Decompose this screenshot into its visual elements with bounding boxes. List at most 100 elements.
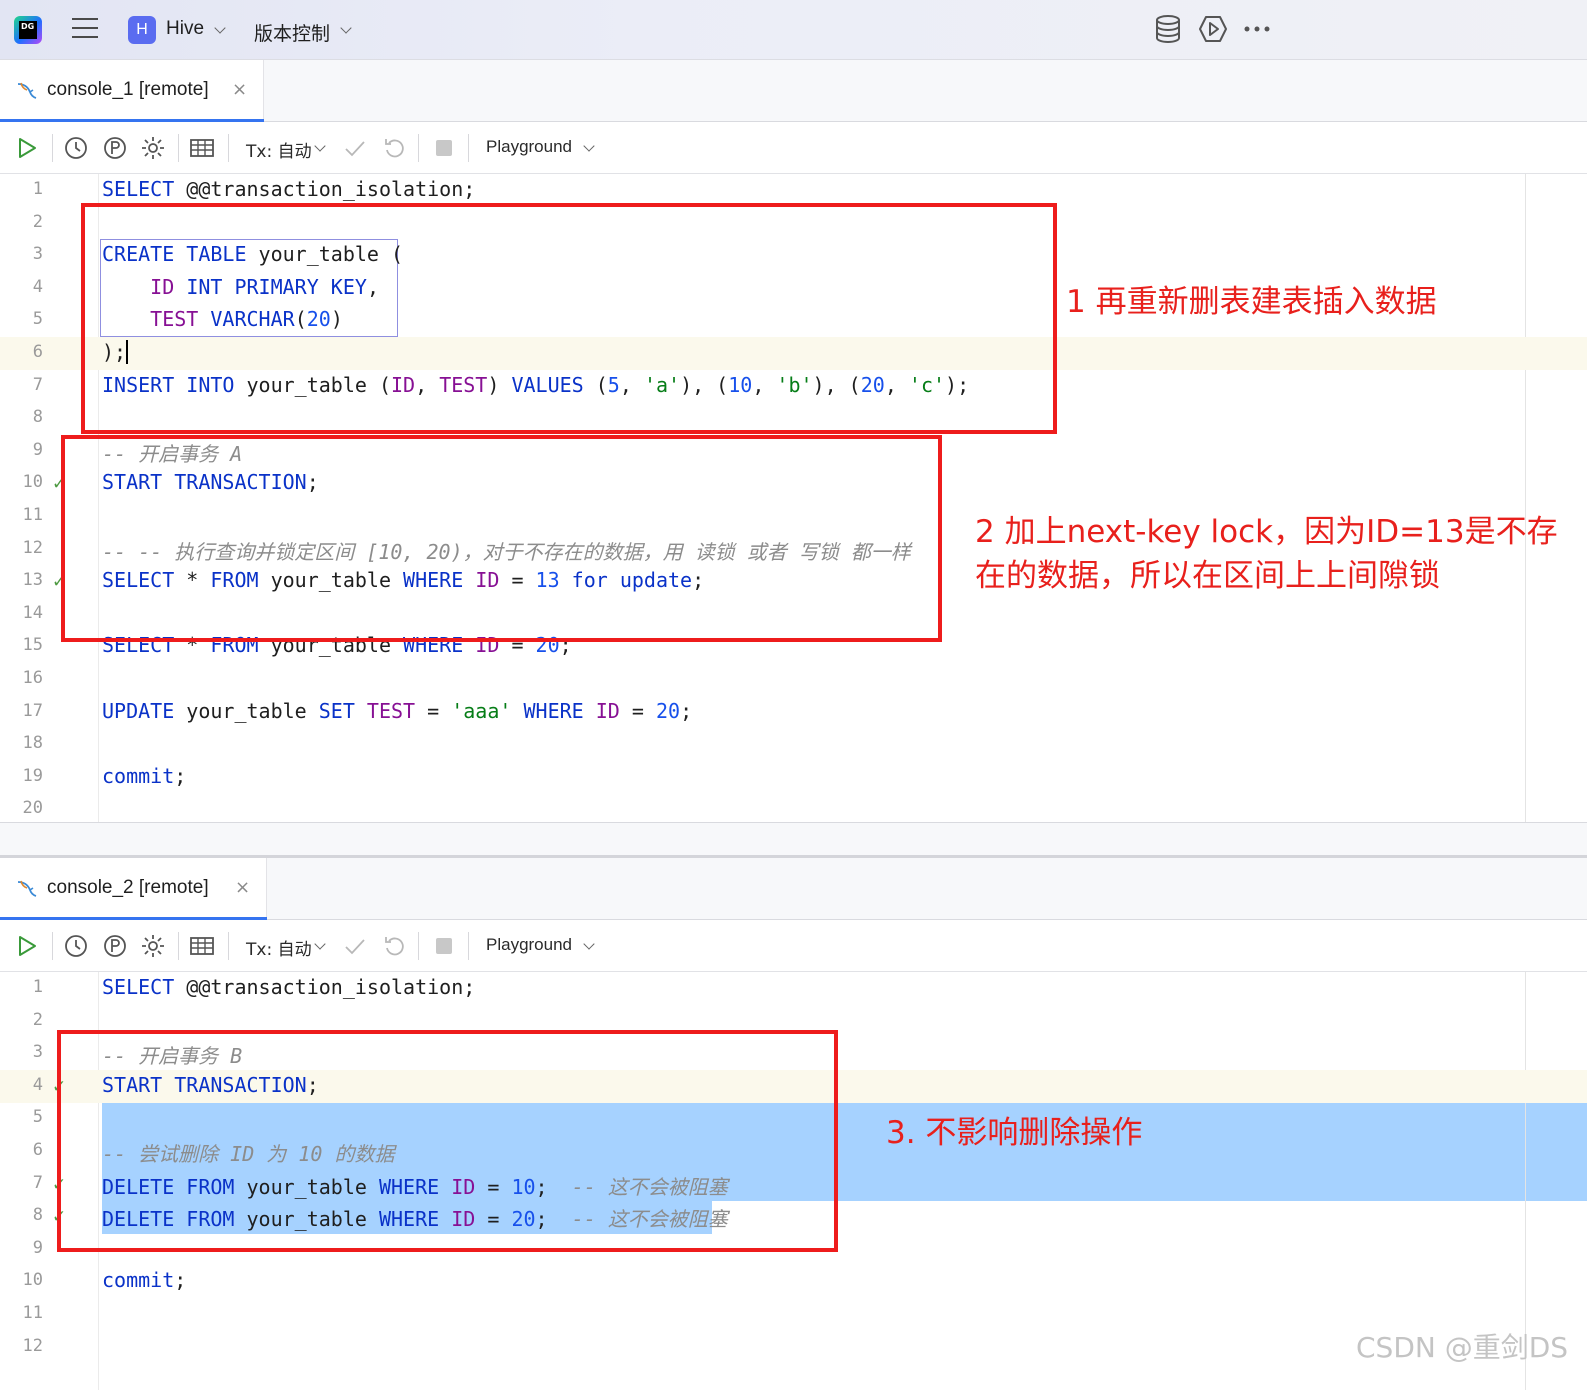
project-chevron-down-icon[interactable] bbox=[214, 22, 226, 34]
schema-dropdown[interactable]: Playground bbox=[486, 137, 572, 157]
console-2-toolbar: Tx: 自动 Playground bbox=[0, 920, 1587, 972]
commit-check-icon bbox=[345, 939, 365, 955]
console-splitter[interactable] bbox=[0, 822, 1587, 858]
code-token: commit bbox=[102, 763, 175, 788]
line-number: 6 bbox=[32, 342, 43, 362]
annotation-note-3: 3. 不影响删除操作 bbox=[886, 1115, 1143, 1151]
vcs-chevron-down-icon[interactable] bbox=[340, 22, 352, 34]
tab-label: console_1 [remote] bbox=[47, 79, 209, 100]
line-number: 2 bbox=[32, 1009, 43, 1030]
line-number: 20 bbox=[22, 798, 43, 819]
code-token: SELECT bbox=[102, 975, 175, 999]
schema-chevron-down-icon[interactable] bbox=[583, 140, 595, 152]
transaction-mode-dropdown[interactable]: Tx: 自动 bbox=[246, 935, 312, 960]
editor-line[interactable]: 17 UPDATE your_table SET TEST = 'aaa' WHE… bbox=[0, 696, 1587, 729]
stop-icon bbox=[436, 938, 452, 954]
stop-icon bbox=[436, 140, 452, 156]
editor-line[interactable]: 1 SELECT @@transaction_isolation; bbox=[0, 972, 1587, 1005]
mysql-dolphin-icon bbox=[17, 82, 37, 99]
more-options-icon[interactable] bbox=[1242, 24, 1272, 34]
tx-chevron-down-icon[interactable] bbox=[314, 140, 326, 152]
mysql-dolphin-icon bbox=[17, 880, 37, 897]
line-number: 9 bbox=[32, 1237, 43, 1258]
settings-gear-icon[interactable] bbox=[140, 135, 166, 161]
table-view-icon[interactable] bbox=[188, 933, 216, 959]
code-token: ; bbox=[680, 698, 693, 723]
tab-console-2[interactable]: console_2 [remote] × bbox=[0, 858, 267, 921]
main-menu-icon[interactable] bbox=[72, 18, 98, 40]
tx-chevron-down-icon[interactable] bbox=[314, 938, 326, 950]
annotation-box-1 bbox=[81, 203, 1057, 434]
console-1-toolbar: Tx: 自动 Playground bbox=[0, 122, 1587, 174]
parameters-icon[interactable] bbox=[102, 135, 128, 161]
schema-chevron-down-icon[interactable] bbox=[583, 938, 595, 950]
console-1-tab-bar: console_1 [remote] × bbox=[0, 60, 1587, 123]
run-icon[interactable] bbox=[14, 933, 40, 959]
code-token: = bbox=[415, 698, 452, 723]
run-services-icon[interactable] bbox=[1198, 14, 1228, 44]
code-token: SET bbox=[318, 698, 355, 723]
line-number: 1 bbox=[32, 179, 43, 199]
title-bar: DG H Hive 版本控制 bbox=[0, 0, 1587, 60]
code-text: UPDATE your_table SET TEST = 'aaa' WHERE… bbox=[102, 699, 692, 723]
line-number: 14 bbox=[22, 602, 43, 623]
line-number: 2 bbox=[32, 211, 43, 232]
line-number: 7 bbox=[32, 374, 43, 395]
line-number: 17 bbox=[22, 700, 43, 721]
code-token: = bbox=[619, 698, 656, 723]
line-number: 6 bbox=[32, 1140, 43, 1160]
editor-line[interactable]: 20 bbox=[0, 793, 1587, 822]
code-text: SELECT @@transaction_isolation; bbox=[102, 177, 475, 201]
app-logo-icon[interactable]: DG bbox=[14, 16, 42, 44]
code-token: ID bbox=[595, 698, 620, 723]
history-clock-icon[interactable] bbox=[63, 933, 89, 959]
editor-line[interactable]: 16 bbox=[0, 663, 1587, 696]
code-token: ; bbox=[174, 1268, 187, 1293]
code-token: 20 bbox=[655, 698, 681, 723]
console-2-tab-bar: console_2 [remote] × bbox=[0, 858, 1587, 921]
line-number: 11 bbox=[22, 1303, 43, 1323]
commit-check-icon bbox=[345, 141, 365, 157]
line-number: 1 bbox=[32, 977, 43, 997]
project-name[interactable]: Hive bbox=[166, 18, 204, 40]
line-number: 8 bbox=[32, 407, 43, 428]
history-clock-icon[interactable] bbox=[63, 135, 89, 161]
database-icon[interactable] bbox=[1154, 14, 1182, 44]
line-number: 9 bbox=[32, 439, 43, 460]
line-number: 5 bbox=[32, 1107, 43, 1128]
project-badge[interactable]: H bbox=[128, 16, 156, 44]
editor-line[interactable]: 19 commit; bbox=[0, 761, 1587, 794]
tab-close-icon[interactable]: × bbox=[232, 79, 247, 100]
line-number: 19 bbox=[22, 765, 43, 786]
tab-console-1[interactable]: console_1 [remote] × bbox=[0, 60, 264, 123]
editor-line[interactable]: 10 commit; bbox=[0, 1265, 1587, 1298]
editor-line[interactable]: 18 bbox=[0, 728, 1587, 761]
editor-line[interactable]: 11 bbox=[0, 1298, 1587, 1331]
line-number: 8 bbox=[32, 1205, 43, 1226]
vcs-menu[interactable]: 版本控制 bbox=[254, 19, 330, 46]
line-number: 15 bbox=[22, 635, 43, 656]
line-number: 3 bbox=[32, 1042, 43, 1063]
line-number: 10 bbox=[22, 472, 43, 493]
settings-gear-icon[interactable] bbox=[140, 933, 166, 959]
editor-line[interactable]: 12 bbox=[0, 1331, 1587, 1364]
parameters-icon[interactable] bbox=[102, 933, 128, 959]
schema-dropdown[interactable]: Playground bbox=[486, 935, 572, 955]
tab-close-icon[interactable]: × bbox=[235, 877, 250, 898]
app-logo-text: DG bbox=[21, 22, 35, 31]
code-token: @@transaction_isolation; bbox=[174, 975, 476, 999]
line-number: 18 bbox=[22, 733, 43, 754]
code-token: commit bbox=[102, 1268, 175, 1293]
annotation-note-2-line-2: 在的数据，所以在区间上上间隙锁 bbox=[975, 558, 1440, 594]
run-icon[interactable] bbox=[14, 135, 40, 161]
code-text: SELECT @@transaction_isolation; bbox=[102, 975, 475, 999]
line-number: 12 bbox=[22, 537, 43, 558]
transaction-mode-dropdown[interactable]: Tx: 自动 bbox=[246, 137, 312, 162]
table-view-icon[interactable] bbox=[188, 135, 216, 161]
code-token: WHERE bbox=[523, 698, 584, 723]
code-token: UPDATE bbox=[102, 698, 175, 723]
tab-label: console_2 [remote] bbox=[47, 877, 209, 898]
